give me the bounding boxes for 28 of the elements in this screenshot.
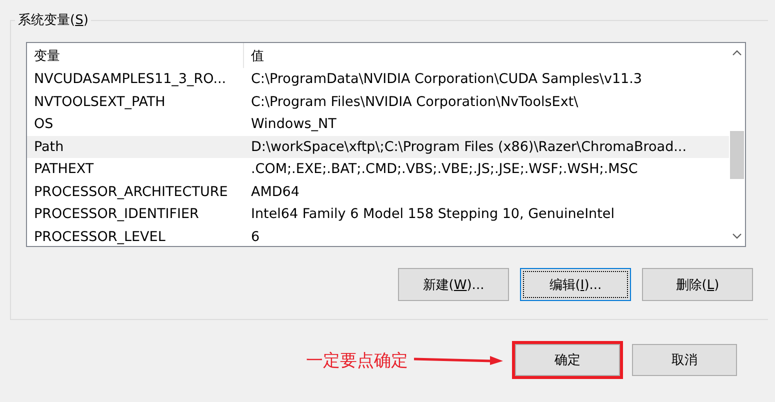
list-action-button[interactable]: 编辑(I)... (520, 268, 631, 301)
list-row[interactable]: Path D:\workSpace\xftp\;C:\Program Files (x86)\Razer\ChromaBroad... (27, 136, 729, 158)
variable-value: C:\ProgramData\NVIDIA Corporation\CUDA Samples\v11.3 (251, 71, 642, 88)
variable-name: PROCESSOR_ARCHITECTURE (33, 184, 229, 200)
variable-name: PROCESSOR_LEVEL (33, 228, 166, 245)
variable-value: Intel64 Family 6 Model 158 Stepping 10, GenuineIntel (251, 206, 614, 222)
scroll-down-icon[interactable] (732, 233, 742, 239)
variable-name: PATHEXT (33, 161, 95, 178)
variable-value: 6 (251, 228, 260, 245)
annotation-text: 一定要点确定 (306, 350, 408, 372)
dialog-button[interactable]: 取消 (632, 344, 737, 376)
variable-name: Path (33, 138, 65, 155)
variable-name: NVCUDASAMPLES11_3_RO... (33, 71, 228, 88)
variable-value: .COM;.EXE;.BAT;.CMD;.VBS;.VBE;.JS;.JSE;.WSF;.WSH;.MSC (251, 161, 638, 178)
column-header[interactable]: 值 (244, 43, 729, 68)
variable-value: C:\Program Files\NVIDIA Corporation\NvToolsExt\ (251, 94, 578, 110)
variable-name: NVTOOLSEXT_PATH (33, 94, 166, 110)
variable-value: Windows_NT (251, 116, 336, 132)
variable-value: AMD64 (251, 184, 300, 200)
list-action-button[interactable]: 删除(L) (642, 268, 753, 301)
dialog-button[interactable]: 确定 (515, 344, 620, 376)
variable-name: PROCESSOR_IDENTIFIER (33, 206, 200, 222)
scroll-up-icon[interactable] (732, 50, 742, 56)
scroll-thumb[interactable] (730, 131, 744, 179)
list-action-button[interactable]: 新建(W)... (398, 268, 509, 301)
variable-name: OS (33, 116, 54, 132)
variable-value: D:\workSpace\xftp\;C:\Program Files (x86)\Razer\ChromaBroad... (251, 138, 687, 155)
group-title: 系统变量(S) (15, 11, 92, 29)
